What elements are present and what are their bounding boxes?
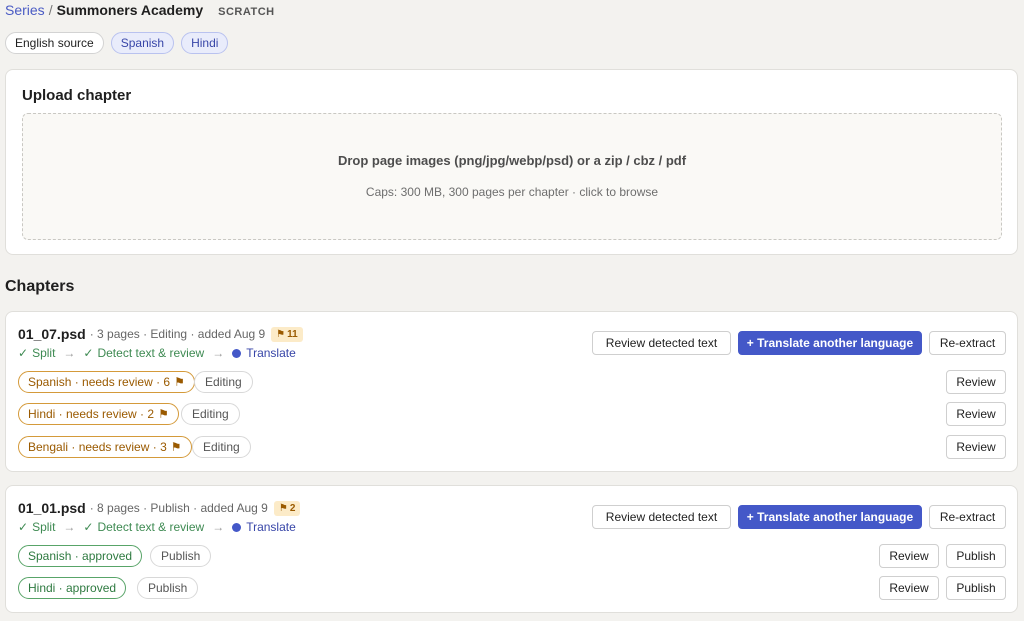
step-label: Detect text & review — [97, 346, 205, 360]
chapter-name: 01_01.psd — [18, 500, 86, 516]
chapter-name: 01_07.psd — [18, 326, 86, 342]
breadcrumb: Series / Summoners Academy SCRATCH — [5, 2, 275, 18]
step-label: Translate — [246, 346, 296, 360]
flag-count: 11 — [287, 328, 298, 340]
flag-count-badge: ⚑ 11 — [271, 326, 303, 342]
pipeline-step-translate[interactable]: Translate — [232, 520, 296, 534]
publish-button[interactable]: Publish — [946, 544, 1006, 568]
pipeline-step-split[interactable]: ✓ Split — [18, 520, 55, 534]
chapter-pipeline: ✓ Split → ✓ Detect text & review → Trans… — [18, 520, 296, 534]
review-button[interactable]: Review — [946, 370, 1006, 394]
language-status-pill[interactable]: Spanish · approved — [18, 545, 143, 567]
status-label: Bengali · needs review · 3 — [28, 440, 167, 454]
check-icon: ✓ — [83, 346, 94, 360]
flag-icon: ⚑ — [174, 375, 185, 389]
scratch-tag: SCRATCH — [218, 6, 275, 18]
pipeline-step-detect[interactable]: ✓ Detect text & review — [83, 346, 204, 360]
flag-icon: ⚑ — [276, 328, 286, 340]
chapter-pipeline: ✓ Split → ✓ Detect text & review → Trans… — [18, 346, 296, 360]
breadcrumb-separator: / — [48, 2, 53, 18]
dropzone-caps: Caps: 300 MB, 300 pages per chapter · cl… — [365, 185, 659, 199]
re-extract-button[interactable]: Re-extract — [929, 331, 1006, 355]
pipeline-step-detect[interactable]: ✓ Detect text & review — [83, 520, 204, 534]
language-status-pill[interactable]: Bengali · needs review · 3 ⚑ — [18, 436, 192, 458]
step-label: Split — [32, 346, 56, 360]
arrow-right-icon: → — [212, 346, 225, 360]
pipeline-step-split[interactable]: ✓ Split — [18, 346, 55, 360]
translate-another-language-button[interactable]: + Translate another language — [738, 505, 922, 529]
status-label: Spanish · approved — [28, 549, 133, 563]
flag-icon: ⚑ — [278, 502, 288, 514]
language-status-pill[interactable]: Hindi · approved — [18, 577, 127, 599]
stage-pill: Publish — [150, 545, 212, 567]
dropzone-text: Drop page images (png/jpg/webp/psd) or a… — [337, 153, 687, 168]
stage-pill: Editing — [194, 371, 253, 393]
chapter-header: 01_07.psd · 3 pages · Editing · added Au… — [18, 326, 303, 342]
chapter-card: 01_07.psd · 3 pages · Editing · added Au… — [5, 311, 1018, 472]
translate-another-language-button[interactable]: + Translate another language — [738, 331, 922, 355]
status-label: Hindi · needs review · 2 — [28, 407, 155, 421]
chapters-title: Chapters — [5, 278, 75, 295]
upload-card: Upload chapter Drop page images (png/jpg… — [5, 69, 1018, 255]
pipeline-step-translate[interactable]: Translate — [232, 346, 296, 360]
chapter-meta: · 8 pages · Publish · added Aug 9 — [89, 501, 268, 515]
review-button[interactable]: Review — [879, 544, 939, 568]
arrow-right-icon: → — [63, 346, 76, 360]
re-extract-button[interactable]: Re-extract — [929, 505, 1006, 529]
publish-button[interactable]: Publish — [946, 576, 1006, 600]
stage-pill: Publish — [137, 577, 199, 599]
breadcrumb-series-link[interactable]: Series — [5, 2, 45, 18]
flag-count: 2 — [289, 502, 296, 514]
current-step-dot-icon — [232, 348, 242, 358]
stage-pill: Editing — [192, 436, 251, 458]
language-pill-english-source[interactable]: English source — [5, 32, 104, 54]
language-pill-spanish[interactable]: Spanish — [110, 32, 175, 54]
language-row: English source Spanish Hindi — [5, 32, 229, 54]
check-icon: ✓ — [18, 520, 29, 534]
step-label: Split — [32, 520, 56, 534]
upload-dropzone[interactable]: Drop page images (png/jpg/webp/psd) or a… — [22, 113, 1002, 240]
upload-title: Upload chapter — [22, 87, 132, 104]
chapter-card: 01_01.psd · 8 pages · Publish · added Au… — [5, 485, 1018, 613]
flag-count-badge: ⚑ 2 — [273, 500, 301, 516]
step-label: Translate — [246, 520, 296, 534]
review-button[interactable]: Review — [946, 402, 1006, 426]
chapter-meta: · 3 pages · Editing · added Aug 9 — [89, 327, 266, 341]
language-status-pill[interactable]: Spanish · needs review · 6 ⚑ — [18, 371, 195, 393]
chapter-header: 01_01.psd · 8 pages · Publish · added Au… — [18, 500, 301, 516]
arrow-right-icon: → — [63, 520, 76, 534]
review-detected-text-button[interactable]: Review detected text — [592, 505, 731, 529]
flag-icon: ⚑ — [158, 407, 169, 421]
language-pill-hindi[interactable]: Hindi — [181, 32, 229, 54]
check-icon: ✓ — [18, 346, 29, 360]
language-status-pill[interactable]: Hindi · needs review · 2 ⚑ — [18, 403, 179, 425]
stage-pill: Editing — [181, 403, 240, 425]
check-icon: ✓ — [83, 520, 94, 534]
status-label: Hindi · approved — [28, 581, 117, 595]
flag-icon: ⚑ — [170, 440, 182, 454]
page-title: Summoners Academy — [56, 2, 204, 18]
status-label: Spanish · needs review · 6 — [28, 375, 171, 389]
step-label: Detect text & review — [97, 520, 205, 534]
arrow-right-icon: → — [212, 520, 225, 534]
review-button[interactable]: Review — [879, 576, 939, 600]
review-detected-text-button[interactable]: Review detected text — [592, 331, 731, 355]
review-button[interactable]: Review — [946, 435, 1006, 459]
current-step-dot-icon — [232, 522, 242, 532]
